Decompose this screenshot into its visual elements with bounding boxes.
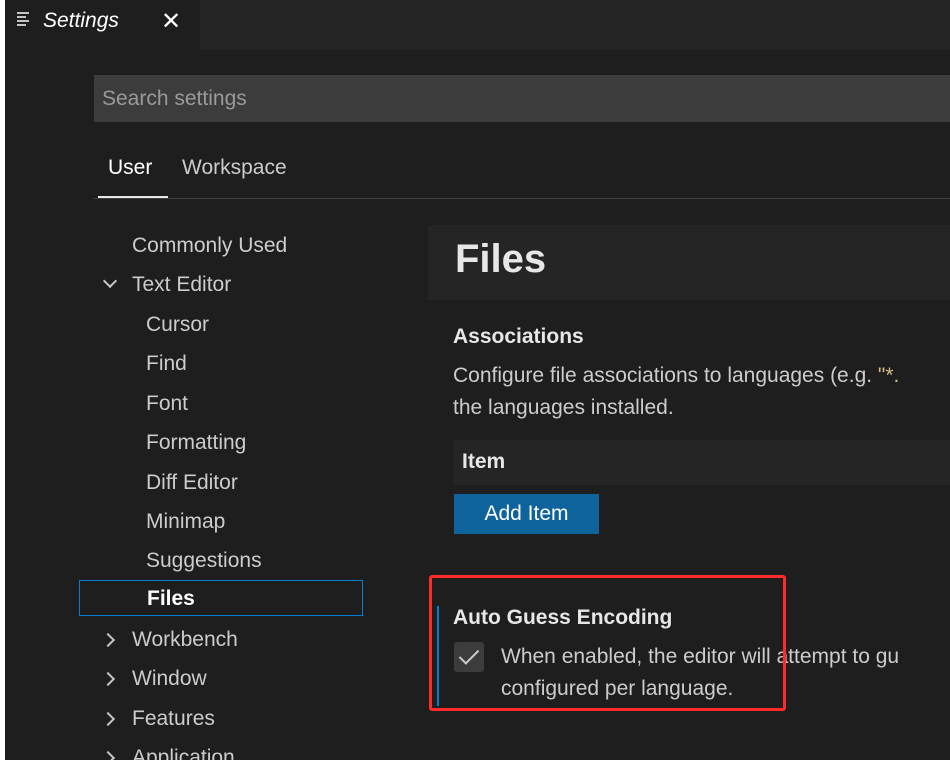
chevron-right-icon: [100, 671, 116, 687]
tree-item-label: Text Editor: [132, 273, 232, 296]
chevron-down-icon: [102, 273, 118, 289]
tab-user[interactable]: User: [108, 156, 152, 180]
tree-item-label: Commonly Used: [132, 234, 288, 257]
tab-title: Settings: [43, 9, 119, 32]
settings-list-icon: [17, 12, 33, 28]
tree-item-suggestions[interactable]: Suggestions: [146, 543, 262, 579]
scope-tabs: User Workspace: [94, 150, 950, 199]
tree-item-label: Find: [146, 352, 187, 375]
tree-item-formatting[interactable]: Formatting: [146, 425, 246, 461]
tree-item-label: Window: [132, 667, 207, 690]
chevron-right-icon: [100, 632, 116, 648]
tab-workspace[interactable]: Workspace: [182, 156, 287, 180]
tree-item-label: Font: [146, 392, 189, 415]
tree-item-label: Diff Editor: [146, 471, 238, 494]
tree-item-commonly-used[interactable]: Commonly Used: [132, 228, 287, 264]
setting-title-associations: Associations: [453, 325, 584, 348]
tree-item-label: Features: [132, 707, 215, 730]
section-header: Files: [428, 225, 950, 300]
desc-text: Configure file associations to languages…: [453, 364, 878, 387]
tree-item-label: Minimap: [146, 510, 226, 533]
list-header: Item: [453, 440, 950, 485]
desc-code: "*.: [877, 364, 900, 387]
tree-item-label: Formatting: [146, 431, 247, 454]
settings-editor: Settings ✕ User Workspace Commonly Used …: [5, 0, 950, 760]
tree-item-minimap[interactable]: Minimap: [146, 504, 225, 540]
active-tab-indicator: [98, 196, 168, 198]
tree-item-label: Application: [132, 746, 235, 760]
tree-item-label: Suggestions: [146, 549, 262, 572]
tree-item-label: Files: [147, 587, 195, 610]
tree-item-font[interactable]: Font: [146, 386, 188, 422]
tree-item-label: Workbench: [132, 628, 238, 651]
list-header-label: Item: [462, 450, 506, 473]
setting-description-associations-line2: the languages installed.: [453, 396, 674, 419]
section-title: Files: [455, 237, 547, 281]
chevron-right-icon: [100, 711, 116, 727]
tree-item-cursor[interactable]: Cursor: [146, 307, 209, 343]
tab-bar: Settings ✕: [5, 0, 950, 50]
tab-settings[interactable]: Settings ✕: [5, 0, 200, 50]
add-item-button[interactable]: Add Item: [454, 494, 599, 534]
setting-description-associations: Configure file associations to languages…: [453, 360, 899, 392]
close-icon[interactable]: ✕: [161, 7, 181, 36]
highlight-annotation: [429, 575, 786, 711]
tree-item-files[interactable]: Files: [79, 580, 363, 616]
tree-item-find[interactable]: Find: [146, 346, 187, 382]
tree-item-label: Cursor: [146, 313, 210, 336]
search-input[interactable]: [94, 75, 950, 122]
tree-item-diff-editor[interactable]: Diff Editor: [146, 465, 238, 501]
chevron-right-icon: [100, 750, 116, 760]
